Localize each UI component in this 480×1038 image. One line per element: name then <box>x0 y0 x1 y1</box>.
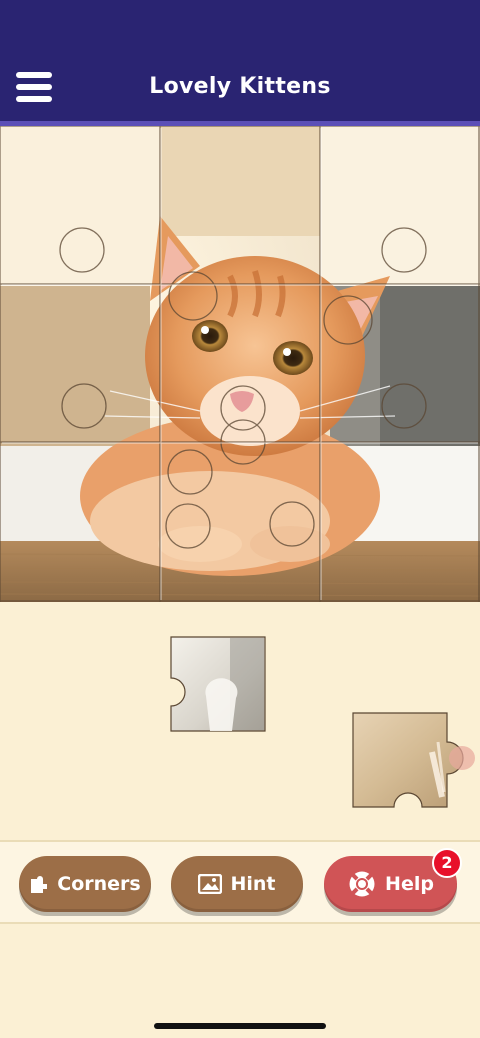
image-icon <box>198 874 223 894</box>
help-count-badge: 2 <box>432 848 462 878</box>
corners-button[interactable]: Corners <box>19 856 151 912</box>
loose-puzzle-piece-2[interactable] <box>352 712 480 808</box>
hint-button[interactable]: Hint <box>171 856 303 912</box>
app-header <box>0 0 480 124</box>
hint-button-label: Hint <box>230 873 276 895</box>
corner-piece-icon <box>29 873 49 895</box>
corners-button-label: Corners <box>57 873 141 895</box>
puzzle-board <box>0 126 480 602</box>
page-title: Lovely Kittens <box>149 74 331 99</box>
puzzle-image <box>0 126 480 602</box>
help-button-label: Help <box>385 873 434 895</box>
loose-puzzle-piece-1[interactable] <box>170 636 266 732</box>
toolbar-divider-bottom <box>0 922 480 924</box>
lifebuoy-icon <box>347 869 377 899</box>
home-indicator[interactable] <box>154 1023 326 1029</box>
